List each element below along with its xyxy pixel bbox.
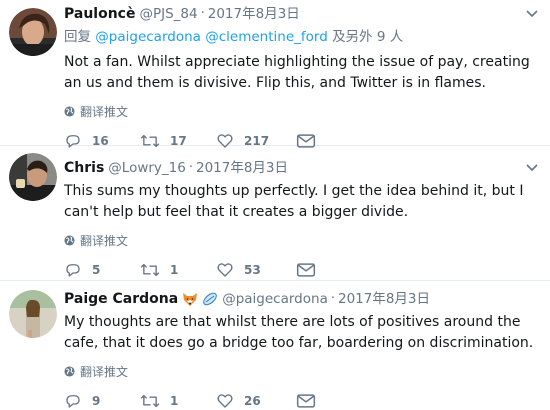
user-handle[interactable]: @Lowry_16 xyxy=(108,158,186,178)
display-name[interactable]: Chris xyxy=(64,158,104,178)
translate-label[interactable]: 翻译推文 xyxy=(80,363,128,380)
reply-button[interactable]: 5 xyxy=(64,261,140,279)
retweet-count: 1 xyxy=(170,394,179,408)
tweet[interactable]: Chris @Lowry_16 · 2017年8月3日 This sums my… xyxy=(0,146,550,281)
timestamp[interactable]: 2017年8月3日 xyxy=(338,289,430,309)
like-count: 53 xyxy=(244,263,261,277)
translate-label[interactable]: 翻译推文 xyxy=(80,232,128,249)
tweet[interactable]: Pauloncè @PJS_84 · 2017年8月3日 回复 @paigeca… xyxy=(0,0,550,148)
tweet[interactable]: Paige Cardona @paigecardona · 2017年8月3日 … xyxy=(0,281,550,410)
reply-prefix: 回复 xyxy=(64,29,91,45)
fox-face-icon xyxy=(182,291,198,307)
display-name[interactable]: Paige Cardona xyxy=(64,289,178,309)
user-handle[interactable]: @PJS_84 xyxy=(139,4,197,24)
avatar[interactable] xyxy=(9,153,57,201)
reply-context: 回复 @paigecardona @clementine_ford 及另外 9 … xyxy=(64,27,542,47)
like-button[interactable]: 26 xyxy=(216,392,296,410)
reply-suffix[interactable]: 及另外 9 人 xyxy=(332,29,403,45)
translate-link[interactable]: 翻译推文 xyxy=(64,232,542,248)
dot-separator: · xyxy=(188,160,193,175)
reply-count: 9 xyxy=(92,394,101,408)
reply-count: 5 xyxy=(92,263,101,277)
tweet-text: This sums my thoughts up perfectly. I ge… xyxy=(64,183,524,220)
like-button[interactable]: 53 xyxy=(216,261,296,279)
globe-icon xyxy=(64,365,75,377)
translate-label[interactable]: 翻译推文 xyxy=(80,103,128,120)
globe-icon xyxy=(64,105,75,117)
avatar[interactable] xyxy=(9,290,57,338)
tweet-text: My thoughts are that whilst there are lo… xyxy=(64,314,534,351)
globe-icon xyxy=(64,234,75,246)
user-handle[interactable]: @paigecardona xyxy=(222,289,328,309)
like-count: 26 xyxy=(244,394,261,408)
translate-link[interactable]: 翻译推文 xyxy=(64,103,542,119)
dot-separator: · xyxy=(200,6,205,21)
envelope-icon xyxy=(296,263,316,277)
display-name[interactable]: Pauloncè xyxy=(64,4,135,24)
avatar[interactable] xyxy=(9,8,57,56)
reply-mentions[interactable]: @paigecardona @clementine_ford xyxy=(95,29,327,45)
direct-message-button[interactable] xyxy=(296,262,316,278)
chevron-down-icon[interactable] xyxy=(524,5,540,21)
envelope-icon xyxy=(296,394,316,408)
tweet-actions: 9 1 26 xyxy=(64,391,542,410)
reply-icon xyxy=(66,264,80,277)
timestamp[interactable]: 2017年8月3日 xyxy=(208,4,300,24)
reply-button[interactable]: 9 xyxy=(64,392,140,410)
retweet-button[interactable]: 1 xyxy=(140,392,216,410)
retweet-icon xyxy=(140,263,160,277)
retweet-count: 1 xyxy=(170,263,179,277)
tweet-actions: 5 1 53 xyxy=(64,260,542,280)
retweet-button[interactable]: 1 xyxy=(140,261,216,279)
heart-icon xyxy=(217,394,233,408)
rugby-ball-icon xyxy=(202,291,218,307)
tweet-text: Not a fan. Whilst appreciate highlightin… xyxy=(64,54,530,91)
chevron-down-icon[interactable] xyxy=(524,159,540,175)
reply-icon xyxy=(66,395,80,408)
dot-separator: · xyxy=(330,291,335,306)
retweet-icon xyxy=(140,394,160,408)
direct-message-button[interactable] xyxy=(296,393,316,409)
translate-link[interactable]: 翻译推文 xyxy=(64,363,542,379)
timestamp[interactable]: 2017年8月3日 xyxy=(196,158,288,178)
heart-icon xyxy=(217,263,233,277)
